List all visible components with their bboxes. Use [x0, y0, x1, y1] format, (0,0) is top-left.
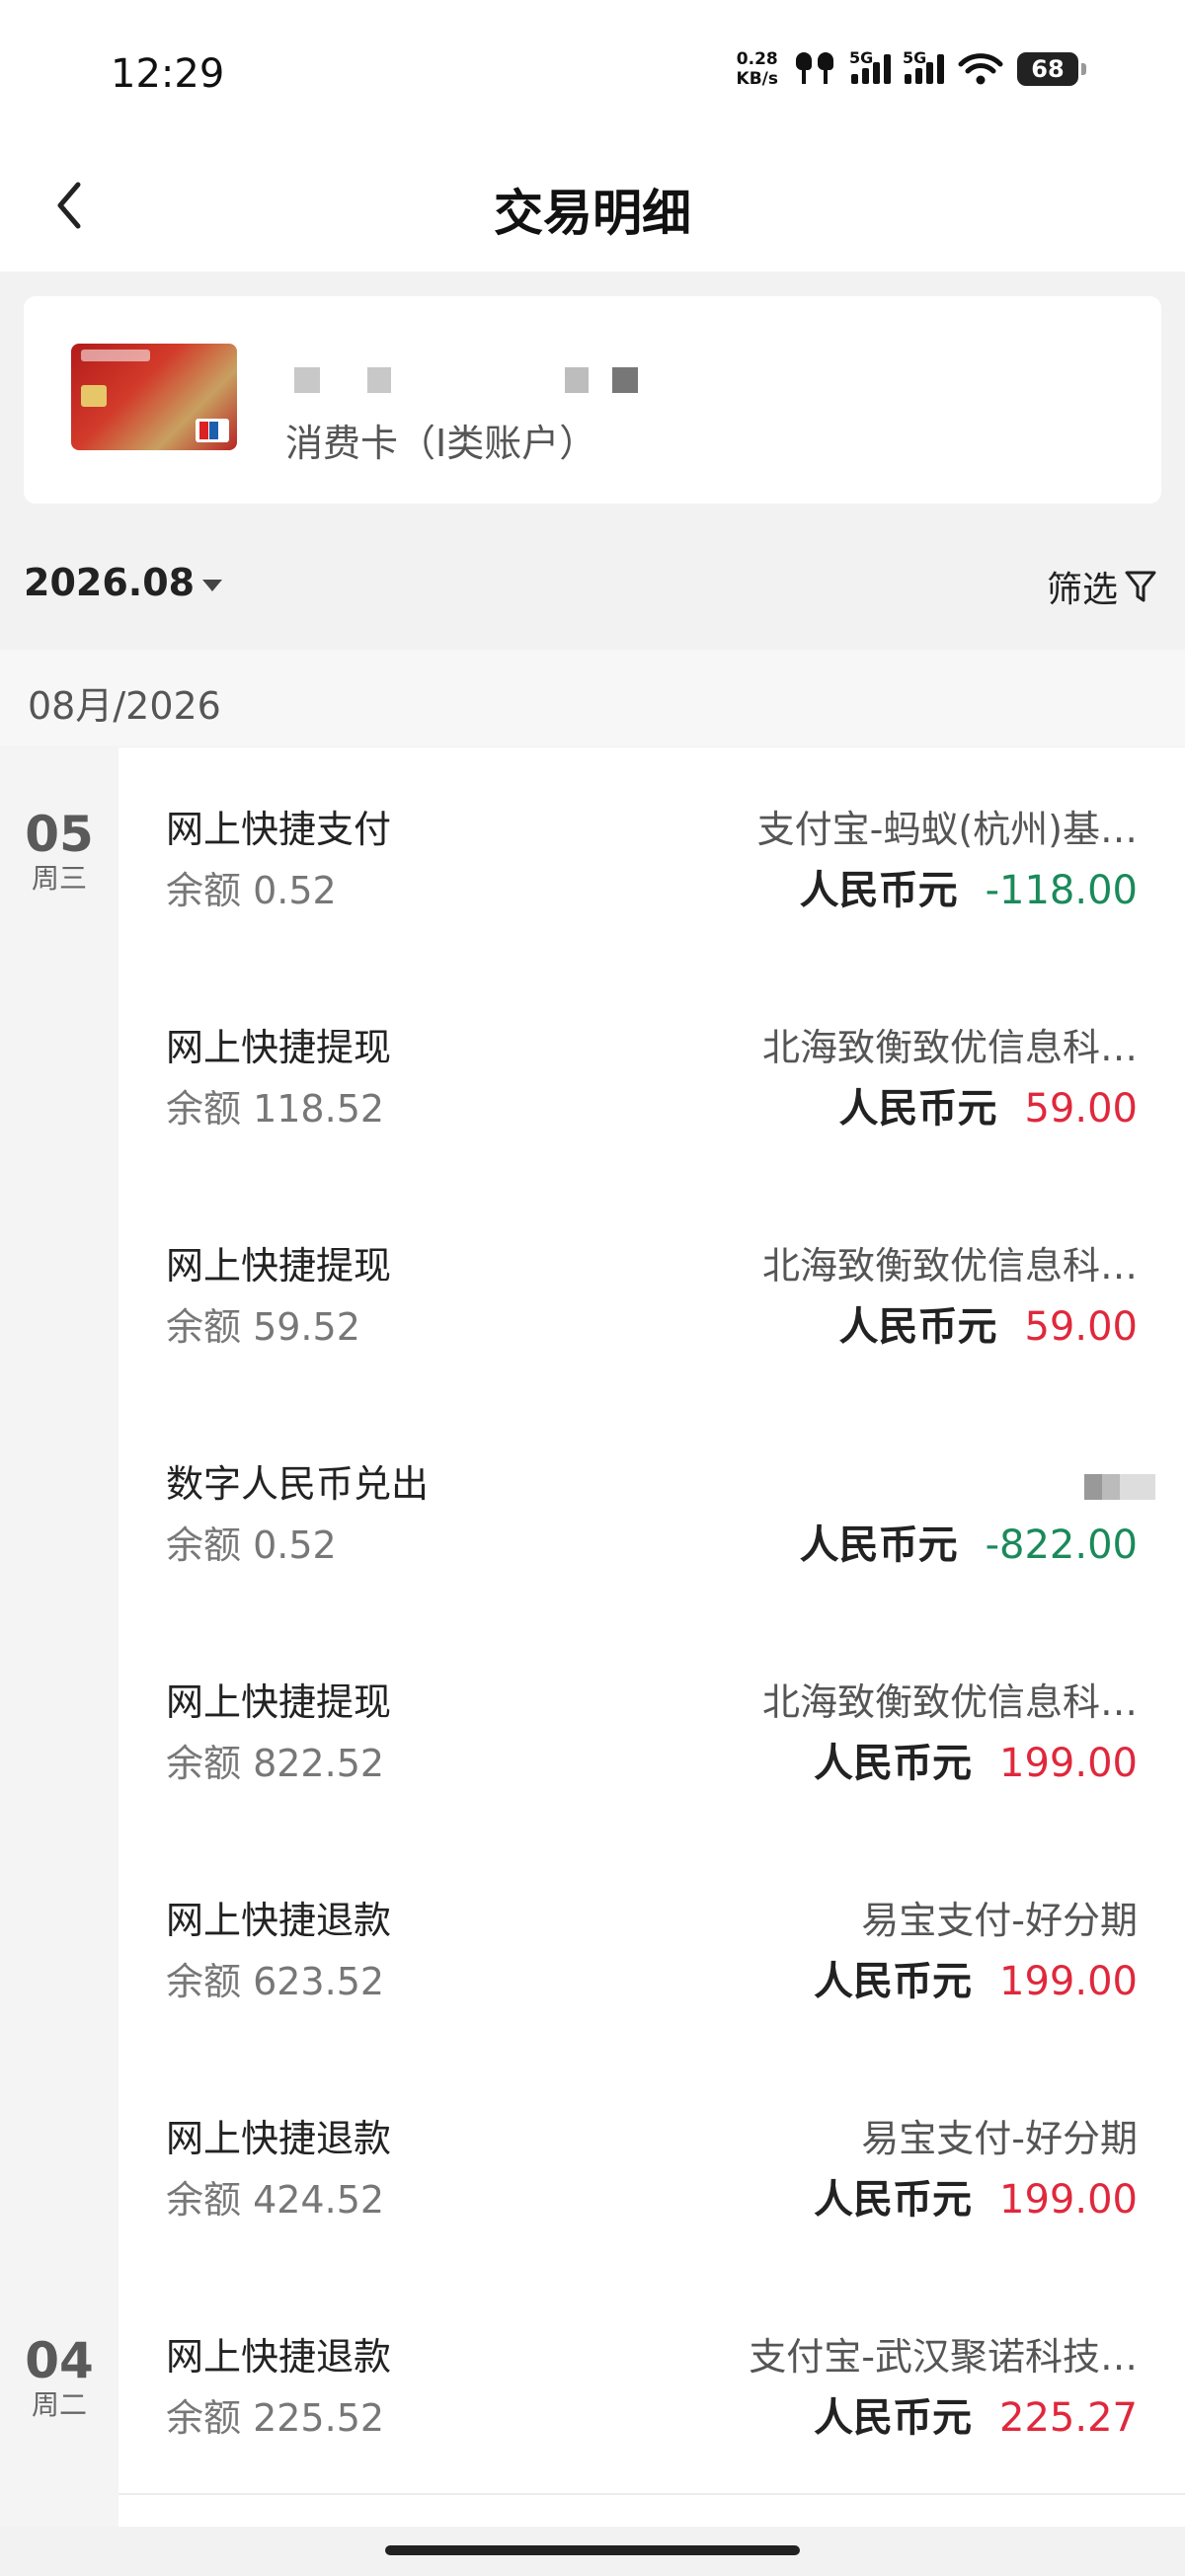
transaction-balance: 余额 822.52 [166, 1742, 385, 1785]
amount-value: 199.00 [999, 2177, 1138, 2223]
transaction-type: 网上快捷提现 [166, 1026, 392, 1069]
funnel-icon [1125, 571, 1156, 602]
currency-label: 人民币元 [838, 1086, 997, 1132]
wifi-icon [958, 53, 1003, 85]
transaction-amount: 人民币元 199.00 [814, 1731, 1138, 1788]
transaction-amount: 人民币元 -822.00 [800, 1513, 1138, 1570]
masked-counterparty [1084, 1474, 1155, 1500]
card-type-label: 消费卡（I类账户） [285, 422, 597, 465]
date-group: 04 周二 [0, 2333, 118, 2422]
amount-value: 199.00 [999, 1741, 1138, 1786]
currency-label: 人民币元 [814, 2395, 973, 2441]
transaction-row[interactable]: 网上快捷提现 余额 59.52 北海致衡致优信息科… 人民币元 59.00 [118, 1184, 1185, 1404]
transaction-amount: 人民币元 199.00 [814, 2167, 1138, 2225]
date-group: 05 周三 [0, 807, 118, 896]
transaction-counterparty: 支付宝-武汉聚诺科技… [749, 2335, 1138, 2379]
transaction-amount: 人民币元 59.00 [838, 1294, 1138, 1352]
transaction-amount: 人民币元 -118.00 [800, 858, 1138, 915]
date-day: 04 [25, 2332, 94, 2389]
transaction-type: 网上快捷提现 [166, 1680, 392, 1724]
transaction-type: 网上快捷提现 [166, 1244, 392, 1288]
currency-label: 人民币元 [799, 1522, 958, 1568]
transaction-counterparty: 易宝支付-好分期 [861, 1899, 1138, 1942]
status-icons: 0.28 KB/s 5G 5G 68 [737, 48, 1086, 89]
signal-label-1: 5G [849, 48, 874, 67]
month-group-label: 08月/2026 [28, 684, 221, 728]
transaction-balance: 余额 59.52 [166, 1305, 360, 1349]
transaction-type: 网上快捷退款 [166, 2335, 392, 2379]
date-weekday: 周二 [31, 2388, 87, 2421]
amount-value: -118.00 [985, 868, 1138, 913]
transaction-balance: 余额 623.52 [166, 1960, 385, 2003]
transaction-counterparty: 北海致衡致优信息科… [761, 1026, 1138, 1069]
signal-label-2: 5G [903, 48, 927, 67]
transaction-list: 05 周三 04 周二 网上快捷支付 余额 0.52 支付宝-蚂蚁(杭州)基… … [0, 747, 1185, 2527]
transaction-type: 网上快捷退款 [166, 2117, 392, 2160]
page-title: 交易明细 [494, 185, 691, 242]
nav-bar: 交易明细 [0, 148, 1185, 272]
transaction-amount: 人民币元 59.00 [838, 1076, 1138, 1133]
signal-icon-2: 5G [903, 48, 944, 84]
transaction-row[interactable]: 网上快捷退款 余额 424.52 易宝支付-好分期 人民币元 199.00 [118, 2057, 1185, 2277]
transaction-balance: 余额 225.52 [166, 2396, 385, 2440]
transaction-counterparty: 北海致衡致优信息科… [761, 1244, 1138, 1288]
home-indicator[interactable] [385, 2545, 800, 2555]
filter-button[interactable]: 筛选 [1047, 561, 1157, 612]
amount-value: -822.00 [985, 1522, 1138, 1568]
transaction-counterparty: 支付宝-蚂蚁(杭州)基… [756, 808, 1138, 851]
transaction-balance: 余额 0.52 [166, 1523, 337, 1567]
transaction-row[interactable]: 网上快捷退款 余额 623.52 易宝支付-好分期 人民币元 199.00 [118, 1838, 1185, 2059]
transaction-row[interactable]: 数字人民币兑出 余额 0.52 人民币元 -822.00 [118, 1402, 1185, 1622]
currency-label: 人民币元 [799, 868, 958, 913]
earbuds-icon [796, 52, 833, 84]
transaction-type: 数字人民币兑出 [166, 1462, 430, 1506]
amount-value: 199.00 [999, 1959, 1138, 2004]
caret-down-icon [202, 580, 223, 591]
transaction-counterparty: 易宝支付-好分期 [861, 2117, 1138, 2160]
amount-value: 59.00 [1024, 1304, 1138, 1350]
amount-value: 225.27 [999, 2395, 1138, 2441]
date-column: 05 周三 04 周二 [0, 747, 118, 2527]
transaction-amount: 人民币元 225.27 [814, 2385, 1138, 2443]
status-bar: 12:29 0.28 KB/s 5G 5G 68 [0, 0, 1185, 148]
bank-card-image [71, 344, 237, 450]
account-card-panel[interactable]: 消费卡（I类账户） [24, 296, 1161, 504]
transaction-row[interactable]: 网上快捷退款 余额 225.52 支付宝-武汉聚诺科技… 人民币元 225.27 [118, 2275, 1185, 2495]
transaction-amount: 人民币元 199.00 [814, 1949, 1138, 2006]
currency-label: 人民币元 [838, 1304, 997, 1350]
battery-icon: 68 [1017, 52, 1086, 86]
month-group-header: 08月/2026 [0, 650, 1185, 746]
date-weekday: 周三 [31, 862, 87, 895]
status-time: 12:29 [111, 51, 225, 97]
currency-label: 人民币元 [814, 2177, 973, 2223]
network-speed-unit: KB/s [736, 69, 778, 89]
currency-label: 人民币元 [814, 1959, 973, 2004]
transaction-type: 网上快捷支付 [166, 808, 392, 851]
transaction-counterparty: 北海致衡致优信息科… [761, 1680, 1138, 1724]
month-selector[interactable]: 2026.08 [24, 561, 223, 604]
transaction-row[interactable]: 网上快捷提现 余额 822.52 北海致衡致优信息科… 人民币元 199.00 [118, 1620, 1185, 1840]
transaction-balance: 余额 0.52 [166, 869, 337, 912]
currency-label: 人民币元 [814, 1741, 973, 1786]
masked-card-number [271, 367, 646, 393]
network-speed-value: 0.28 [736, 49, 778, 69]
month-value: 2026.08 [24, 561, 196, 604]
network-speed: 0.28 KB/s [737, 49, 778, 89]
amount-value: 59.00 [1024, 1086, 1138, 1132]
signal-icon-1: 5G [849, 48, 891, 84]
transaction-row[interactable]: 网上快捷提现 余额 118.52 北海致衡致优信息科… 人民币元 59.00 [118, 966, 1185, 1186]
filter-bar: 2026.08 筛选 [0, 533, 1185, 632]
date-day: 05 [25, 806, 94, 863]
transaction-type: 网上快捷退款 [166, 1899, 392, 1942]
filter-label: 筛选 [1046, 570, 1118, 610]
transaction-balance: 余额 424.52 [166, 2178, 385, 2222]
transaction-row[interactable]: 网上快捷支付 余额 0.52 支付宝-蚂蚁(杭州)基… 人民币元 -118.00 [118, 747, 1185, 968]
transaction-balance: 余额 118.52 [166, 1087, 385, 1131]
